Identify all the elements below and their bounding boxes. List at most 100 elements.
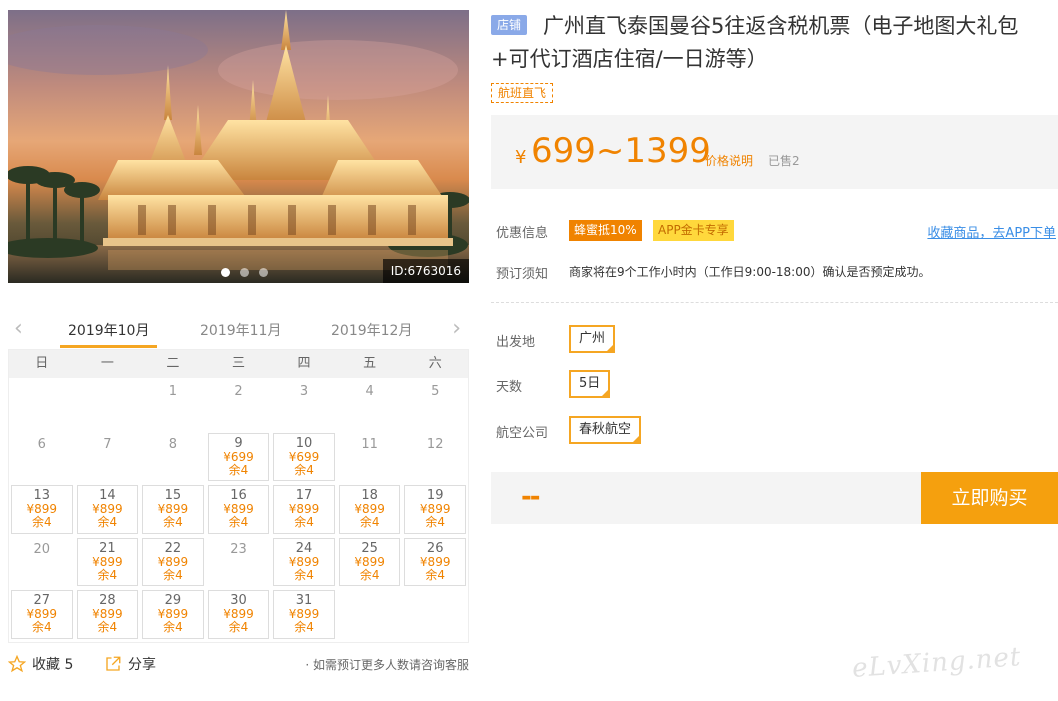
weekday-label: 三 <box>231 356 245 371</box>
star-icon <box>8 655 26 673</box>
tab-month-oct[interactable]: 2019年10月 <box>59 320 158 348</box>
shop-badge[interactable]: 店铺 <box>491 15 528 35</box>
calendar-day-available[interactable]: 26 ¥899 余4 <box>404 537 466 586</box>
day-number: 15 <box>164 488 182 503</box>
day-number: 12 <box>426 436 444 452</box>
calendar-day-available[interactable]: 24 ¥899 余4 <box>273 537 335 586</box>
prev-month-chevron-icon[interactable]: ‹ <box>14 318 23 340</box>
day-number: 13 <box>33 488 51 503</box>
day-number: 29 <box>164 593 182 608</box>
carousel-dots <box>221 268 268 277</box>
tab-month-nov[interactable]: 2019年11月 <box>200 320 281 340</box>
calendar-day-available[interactable]: 9 ¥699 余4 <box>207 432 270 481</box>
site-watermark: eLvXing.net <box>851 642 1023 684</box>
day-number: 26 <box>426 540 444 556</box>
day-number: 24 <box>295 540 313 556</box>
hero-image[interactable]: ID:6763016 <box>8 10 469 283</box>
calendar-day: 3 <box>273 380 335 429</box>
calendar-grid: 1 2 3 4 5 6 7 8 9 ¥699 余4 10 ¥699 余4 11 12 13 ¥899 余4 14 ¥89… <box>9 378 468 641</box>
calendar-day: 11 <box>339 433 401 482</box>
calendar-day-available[interactable]: 31 ¥899 余4 <box>273 590 335 639</box>
next-month-chevron-icon[interactable]: › <box>452 318 461 340</box>
day-stock: 余4 <box>163 620 183 634</box>
calendar-day-available[interactable]: 10 ¥699 余4 <box>273 432 335 481</box>
airline-option[interactable]: 春秋航空 <box>569 416 642 444</box>
day-number: 21 <box>99 540 116 556</box>
day-number: 17 <box>295 488 313 503</box>
day-stock: 余4 <box>294 515 314 529</box>
favorite-count: 收藏 5 <box>32 657 74 673</box>
calendar-day-available[interactable]: 19 ¥899 余4 <box>404 485 466 534</box>
calendar-day-available[interactable]: 25 ¥899 余4 <box>338 537 401 586</box>
calendar-day-available[interactable]: 15 ¥899 余4 <box>142 485 204 534</box>
calendar-day-available[interactable]: 16 ¥899 余4 <box>207 485 270 534</box>
price-range: 699~1399 <box>531 131 711 171</box>
calendar-day: 5 <box>404 380 466 429</box>
day-number: 9 <box>234 435 243 451</box>
day-price: ¥899 <box>92 554 123 569</box>
day-stock: 余4 <box>228 462 249 477</box>
day-stock: 余4 <box>97 515 118 529</box>
day-stock: 余4 <box>163 567 183 582</box>
carousel-dot[interactable] <box>259 268 268 277</box>
day-stock: 余4 <box>31 515 52 529</box>
day-stock: 余4 <box>31 620 52 634</box>
buy-now-button[interactable]: 立即购买 <box>921 472 1058 524</box>
day-price: ¥899 <box>354 554 385 569</box>
collect-app-link[interactable]: 收藏商品，去APP下单 <box>927 222 1056 241</box>
day-number: 31 <box>295 593 313 608</box>
day-stock: 余4 <box>228 515 249 529</box>
product-id-label: ID:6763016 <box>382 259 469 283</box>
total-price: -- <box>521 482 541 512</box>
origin-option[interactable]: 广州 <box>569 325 616 353</box>
day-number: 18 <box>361 488 378 503</box>
day-number: 16 <box>230 488 247 503</box>
weekday-label: 六 <box>428 356 442 371</box>
app-gold-card-badge: APP金卡专享 <box>653 220 734 241</box>
day-stock: 余4 <box>425 515 446 529</box>
calendar-empty-cell <box>11 380 73 429</box>
calendar-day: 20 <box>11 538 73 587</box>
calendar-day-available[interactable]: 17 ¥899 余4 <box>273 485 335 534</box>
day-number: 28 <box>99 593 116 608</box>
carousel-dot[interactable] <box>240 268 249 277</box>
origin-label: 出发地 <box>496 335 536 350</box>
calendar-day-available[interactable]: 14 ¥899 余4 <box>76 485 139 534</box>
calendar-day-available[interactable]: 21 ¥899 余4 <box>76 537 139 586</box>
calendar-day-available[interactable]: 28 ¥899 余4 <box>76 590 139 639</box>
day-stock: 余4 <box>97 620 118 634</box>
price-explanation-link[interactable]: 价格说明 <box>705 152 753 169</box>
direct-flight-tag: 航班直飞 <box>491 83 554 103</box>
day-price: ¥699 <box>288 449 320 464</box>
calendar-day-available[interactable]: 22 ¥899 余4 <box>142 537 204 586</box>
share-button[interactable]: 分享 <box>104 654 156 674</box>
day-stock: 余4 <box>228 620 249 634</box>
day-stock: 余4 <box>359 515 380 529</box>
favorite-button[interactable]: 收藏 5 <box>8 654 73 674</box>
calendar-day: 1 <box>142 380 204 429</box>
day-price: ¥899 <box>157 554 189 569</box>
calendar-day-available[interactable]: 27 ¥899 余4 <box>11 590 73 639</box>
temple-illustration <box>8 10 469 283</box>
calendar-day-available[interactable]: 18 ¥899 余4 <box>338 485 401 534</box>
tab-month-dec[interactable]: 2019年12月 <box>331 320 412 340</box>
day-number: 1 <box>168 384 178 399</box>
consult-note: · 如需预订更多人数请咨询客服 <box>305 658 469 672</box>
promo-label: 优惠信息 <box>496 226 549 241</box>
day-number: 22 <box>164 540 182 556</box>
weekday-label: 五 <box>363 356 377 371</box>
day-stock: 余4 <box>294 567 314 582</box>
day-number: 20 <box>33 541 51 557</box>
calendar-day-available[interactable]: 30 ¥899 余4 <box>207 590 270 639</box>
day-stock: 余4 <box>294 462 314 477</box>
day-number: 14 <box>99 488 116 503</box>
calendar-day-available[interactable]: 13 ¥899 余4 <box>11 485 73 534</box>
day-number: 5 <box>431 384 440 399</box>
calendar-day: 23 <box>208 538 270 587</box>
day-price: ¥899 <box>288 554 320 569</box>
carousel-dot[interactable] <box>221 268 230 277</box>
calendar-day-available[interactable]: 29 ¥899 余4 <box>142 590 204 639</box>
days-option[interactable]: 5日 <box>569 370 611 398</box>
day-stock: 余4 <box>294 620 314 634</box>
day-number: 10 <box>295 435 313 451</box>
